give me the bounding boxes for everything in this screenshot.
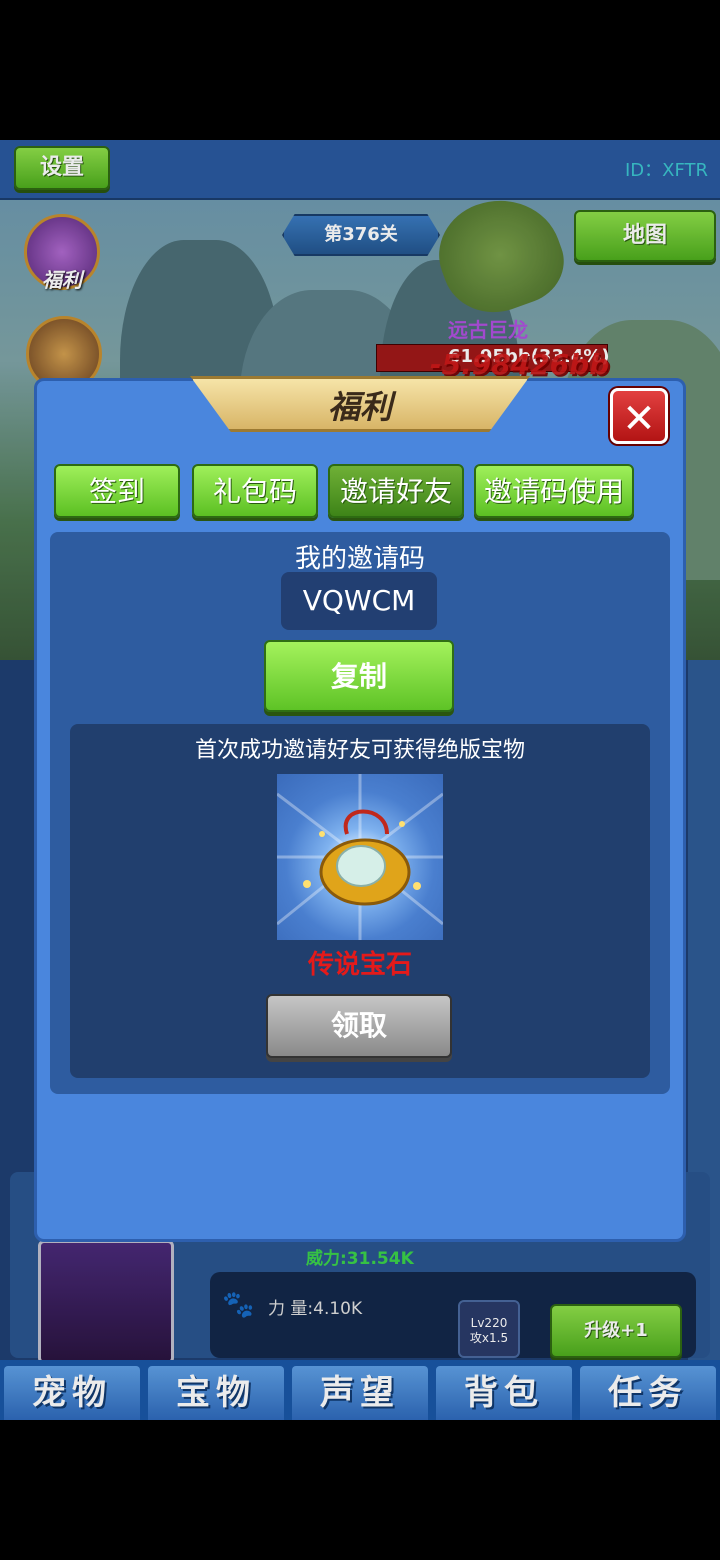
tab-use-invite-code[interactable]: 邀请码使用 [474,464,634,518]
tab-sign-in[interactable]: 签到 [54,464,180,518]
modal-title: 福利 [327,388,392,426]
legendary-gem-icon [277,774,443,940]
tab-invite-friends[interactable]: 邀请好友 [328,464,464,518]
copy-button[interactable]: 复制 [264,640,454,712]
reward-name: 传说宝石 [307,950,412,980]
reward-description: 首次成功邀请好友可获得绝版宝物 [194,738,525,763]
gem-artwork [277,774,443,940]
close-icon[interactable]: ✕ [610,388,668,444]
tab-gift-code[interactable]: 礼包码 [192,464,318,518]
invite-heading: 我的邀请码 [294,544,425,574]
claim-button[interactable]: 领取 [266,994,452,1058]
invite-code-value: VQWCM [302,584,416,617]
